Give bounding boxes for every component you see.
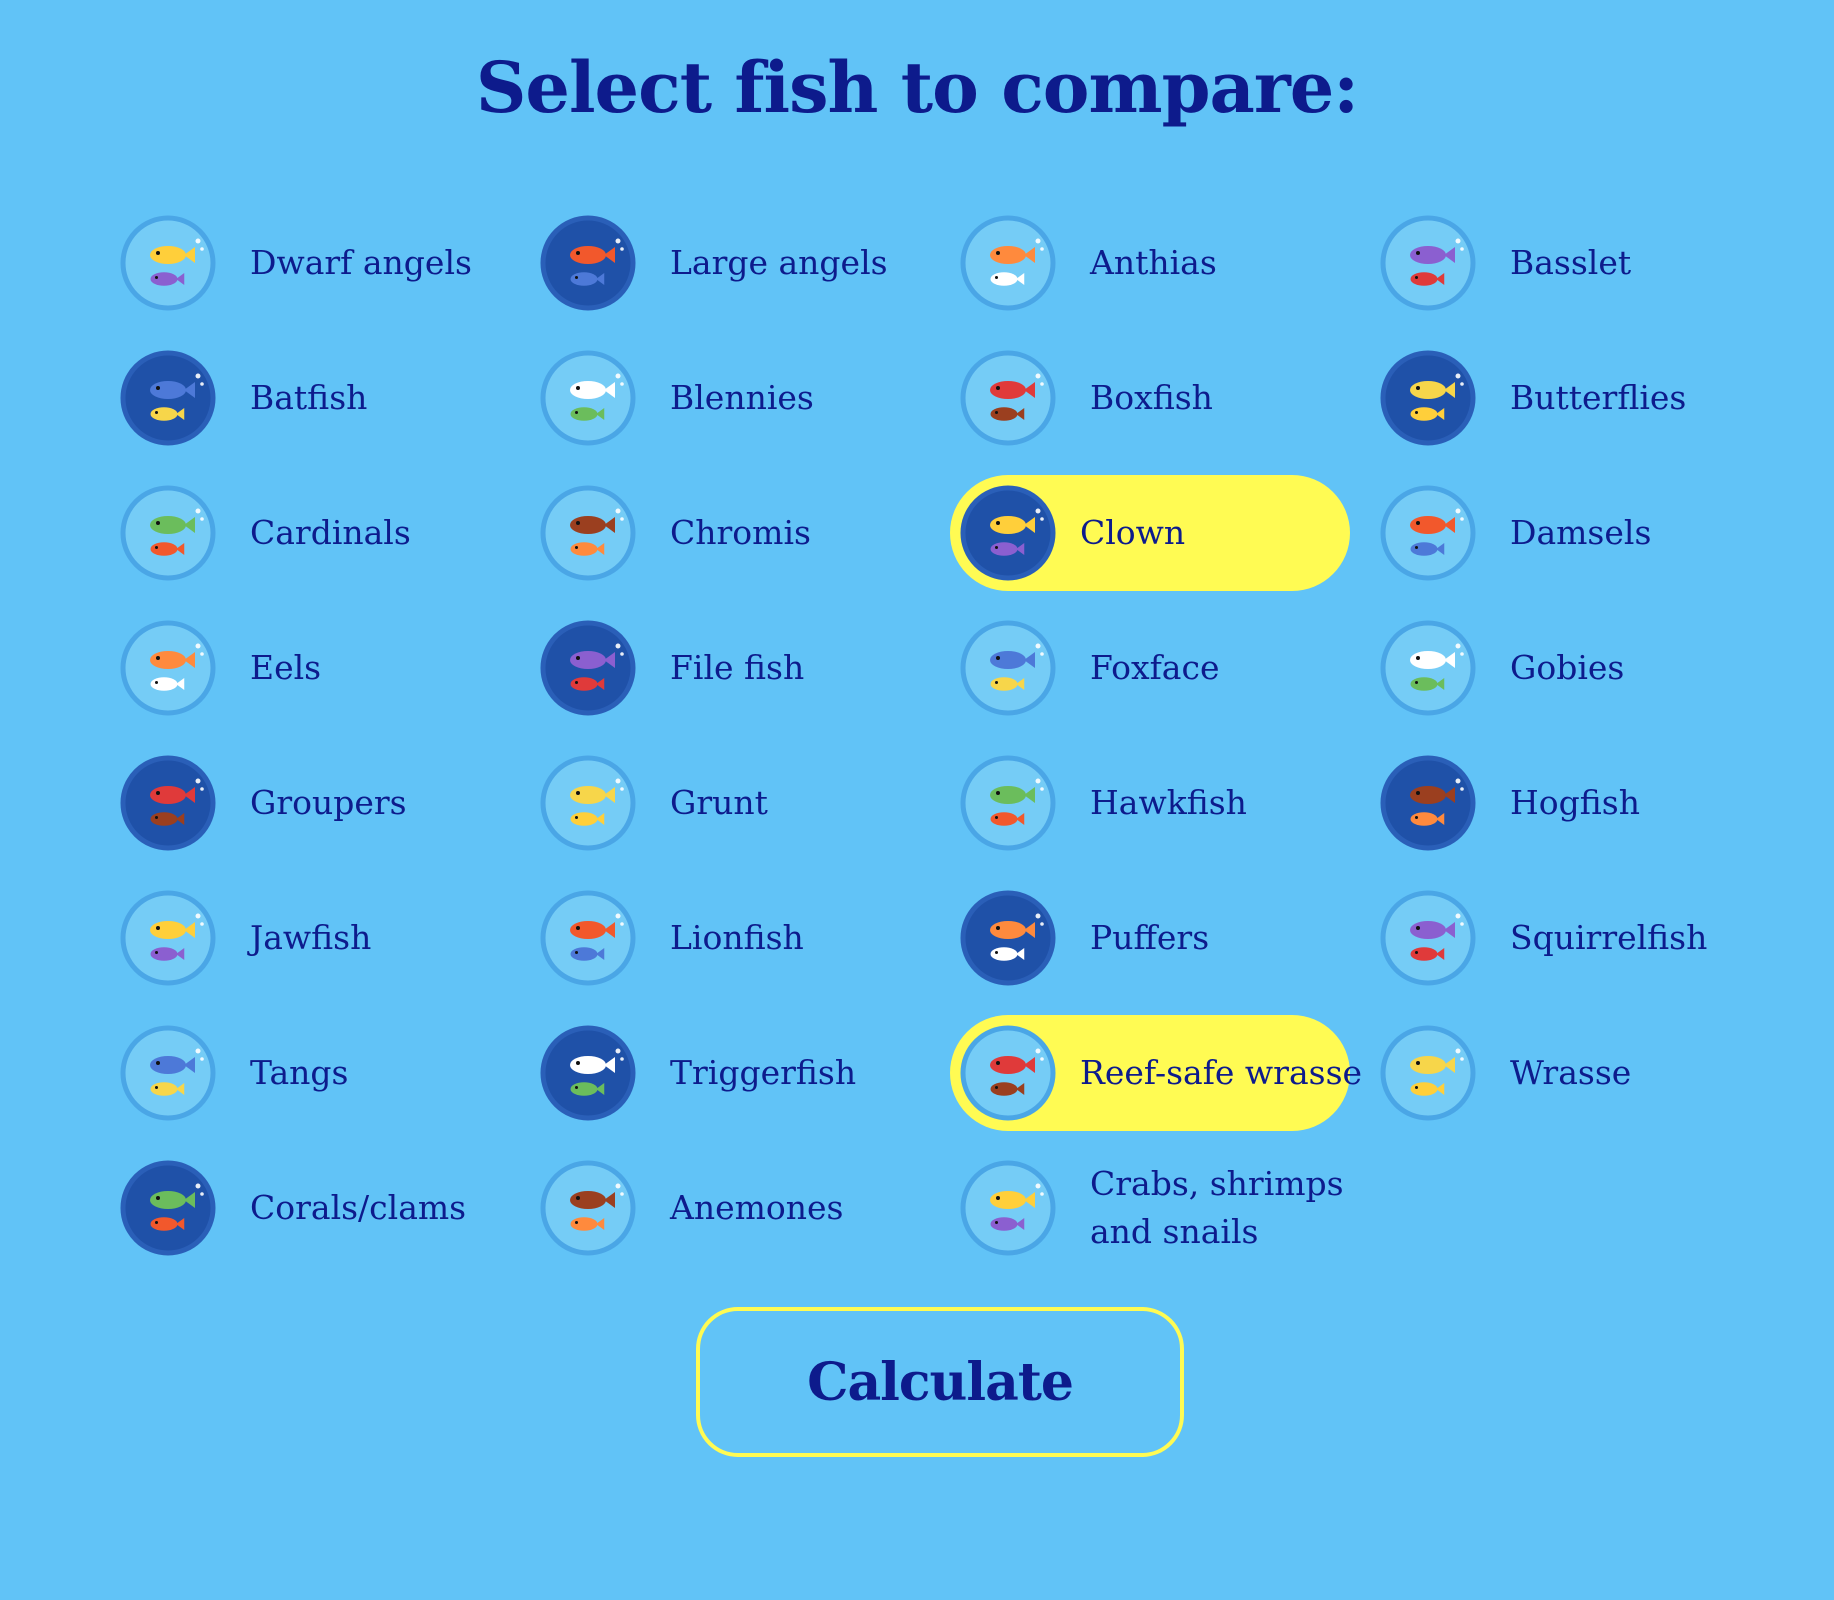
grunt-icon <box>540 755 636 851</box>
fish-option-corals-clams[interactable]: Corals/clams <box>120 1150 520 1266</box>
fish-option-label: Hogfish <box>1510 783 1640 822</box>
fish-option-clown[interactable]: Clown <box>950 475 1350 591</box>
page-title: Select fish to compare: <box>475 46 1359 129</box>
reef-safe-wrasse-icon <box>960 1025 1056 1121</box>
fish-option-grunt[interactable]: Grunt <box>540 745 940 861</box>
blennies-icon <box>540 350 636 446</box>
fish-option-label: File fish <box>670 648 805 687</box>
cardinals-icon <box>120 485 216 581</box>
hawkfish-icon <box>960 755 1056 851</box>
fish-option-butterflies[interactable]: Butterflies <box>1380 340 1780 456</box>
fish-option-large-angels[interactable]: Large angels <box>540 205 940 321</box>
fish-option-damsels[interactable]: Damsels <box>1380 475 1780 591</box>
basslet-icon <box>1380 215 1476 311</box>
fish-option-label: Large angels <box>670 243 888 282</box>
fish-option-triggerfish[interactable]: Triggerfish <box>540 1015 940 1131</box>
lionfish-icon <box>540 890 636 986</box>
fish-option-anemones[interactable]: Anemones <box>540 1150 940 1266</box>
fish-option-label: Foxface <box>1090 648 1220 687</box>
fish-option-gobies[interactable]: Gobies <box>1380 610 1780 726</box>
fish-option-batfish[interactable]: Batfish <box>120 340 520 456</box>
large-angels-icon <box>540 215 636 311</box>
butterflies-icon <box>1380 350 1476 446</box>
fish-option-label: Damsels <box>1510 513 1652 552</box>
fish-option-anthias[interactable]: Anthias <box>960 205 1360 321</box>
corals-clams-icon <box>120 1160 216 1256</box>
fish-option-jawfish[interactable]: Jawfish <box>120 880 520 996</box>
fish-option-label: Cardinals <box>250 513 411 552</box>
fish-option-label: Crabs, shrimps and snails <box>1090 1164 1344 1251</box>
fish-option-wrasse[interactable]: Wrasse <box>1380 1015 1780 1131</box>
calculate-button[interactable]: Calculate <box>696 1307 1184 1457</box>
fish-option-label: Gobies <box>1510 648 1625 687</box>
groupers-icon <box>120 755 216 851</box>
wrasse-icon <box>1380 1025 1476 1121</box>
anthias-icon <box>960 215 1056 311</box>
tangs-icon <box>120 1025 216 1121</box>
file-fish-icon <box>540 620 636 716</box>
foxface-icon <box>960 620 1056 716</box>
batfish-icon <box>120 350 216 446</box>
fish-option-label: Batfish <box>250 378 368 417</box>
fish-option-boxfish[interactable]: Boxfish <box>960 340 1360 456</box>
fish-option-basslet[interactable]: Basslet <box>1380 205 1780 321</box>
fish-option-label: Dwarf angels <box>250 243 472 282</box>
fish-option-label: Jawfish <box>250 918 372 957</box>
gobies-icon <box>1380 620 1476 716</box>
fish-option-blennies[interactable]: Blennies <box>540 340 940 456</box>
fish-option-label: Grunt <box>670 783 768 822</box>
fish-option-label: Hawkfish <box>1090 783 1247 822</box>
clown-icon <box>960 485 1056 581</box>
fish-option-file-fish[interactable]: File fish <box>540 610 940 726</box>
fish-option-label: Lionfish <box>670 918 804 957</box>
fish-option-label: Groupers <box>250 783 407 822</box>
fish-option-hogfish[interactable]: Hogfish <box>1380 745 1780 861</box>
fish-option-grid: Dwarf angels Large angels Anthias Basslet Ba… <box>120 205 1800 1275</box>
fish-option-chromis[interactable]: Chromis <box>540 475 940 591</box>
fish-option-label: Reef-safe wrasse <box>1080 1053 1363 1092</box>
fish-option-label: Chromis <box>670 513 811 552</box>
dwarf-angels-icon <box>120 215 216 311</box>
fish-option-lionfish[interactable]: Lionfish <box>540 880 940 996</box>
fish-option-label: Squirrelfish <box>1510 918 1708 957</box>
anemones-icon <box>540 1160 636 1256</box>
fish-option-groupers[interactable]: Groupers <box>120 745 520 861</box>
triggerfish-icon <box>540 1025 636 1121</box>
hogfish-icon <box>1380 755 1476 851</box>
fish-option-tangs[interactable]: Tangs <box>120 1015 520 1131</box>
boxfish-icon <box>960 350 1056 446</box>
fish-option-label: Anthias <box>1090 243 1217 282</box>
fish-option-label: Eels <box>250 648 322 687</box>
jawfish-icon <box>120 890 216 986</box>
fish-option-puffers[interactable]: Puffers <box>960 880 1360 996</box>
fish-option-label: Clown <box>1080 513 1186 552</box>
fish-option-hawkfish[interactable]: Hawkfish <box>960 745 1360 861</box>
fish-option-eels[interactable]: Eels <box>120 610 520 726</box>
fish-option-squirrelfish[interactable]: Squirrelfish <box>1380 880 1780 996</box>
fish-option-label: Wrasse <box>1510 1053 1632 1092</box>
fish-option-dwarf-angels[interactable]: Dwarf angels <box>120 205 520 321</box>
fish-option-reef-safe-wrasse[interactable]: Reef-safe wrasse <box>950 1015 1363 1131</box>
fish-option-label: Triggerfish <box>670 1053 857 1092</box>
fish-option-cardinals[interactable]: Cardinals <box>120 475 520 591</box>
fish-option-foxface[interactable]: Foxface <box>960 610 1360 726</box>
damsels-icon <box>1380 485 1476 581</box>
fish-option-label: Boxfish <box>1090 378 1213 417</box>
eels-icon <box>120 620 216 716</box>
fish-option-label: Corals/clams <box>250 1188 467 1227</box>
fish-option-label: Tangs <box>250 1053 349 1092</box>
fish-option-label: Anemones <box>670 1188 844 1227</box>
puffers-icon <box>960 890 1056 986</box>
fish-option-label: Basslet <box>1510 243 1632 282</box>
chromis-icon <box>540 485 636 581</box>
fish-option-label: Puffers <box>1090 918 1210 957</box>
crabs-shrimps-snails-icon <box>960 1160 1056 1256</box>
fish-option-label: Blennies <box>670 378 814 417</box>
fish-option-crabs-shrimps-snails[interactable]: Crabs, shrimps and snails <box>960 1150 1360 1266</box>
fish-option-label: Butterflies <box>1510 378 1687 417</box>
squirrelfish-icon <box>1380 890 1476 986</box>
